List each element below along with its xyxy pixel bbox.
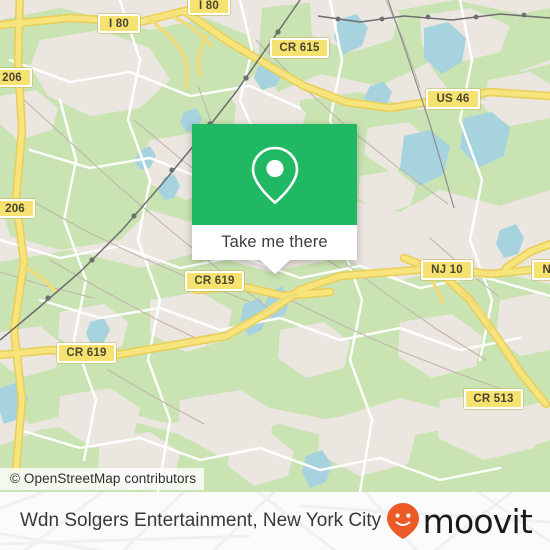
road-shield: NJ 10 <box>421 260 473 280</box>
road-shield-label: I 80 <box>109 17 129 30</box>
map-canvas[interactable]: I 80 I 80 206 206 CR 615 US 46 CR 619 CR 619 NJ … <box>0 0 550 492</box>
road-shield-label: NJ <box>542 264 550 276</box>
road-shield-label: I 80 <box>199 0 219 12</box>
road-shield-label: US 46 <box>436 93 470 105</box>
road-shield: NJ <box>532 260 550 280</box>
road-shield: 206 <box>0 199 35 218</box>
road-shield: 206 <box>0 68 32 87</box>
road-shield-label: NJ 10 <box>431 264 463 276</box>
callout-pointer-tail <box>259 260 290 274</box>
road-shield: CR 619 <box>57 343 116 363</box>
road-shield: I 80 <box>98 14 140 33</box>
road-shield-label: 206 <box>5 202 25 215</box>
moovit-pin-icon <box>386 503 419 539</box>
footer-bar: Wdn Solgers Entertainment, New York City… <box>0 492 550 550</box>
osm-attribution[interactable]: © OpenStreetMap contributors <box>0 468 205 490</box>
road-shield-label: CR 619 <box>194 275 235 287</box>
callout-action-label: Take me there <box>221 233 328 251</box>
take-me-there-callout[interactable]: Take me there <box>192 124 357 274</box>
road-shield: CR 619 <box>185 271 244 291</box>
map-pin-icon <box>251 146 298 204</box>
road-shield-label: CR 513 <box>473 393 514 405</box>
road-shield: CR 513 <box>464 389 523 409</box>
road-shield: CR 615 <box>270 38 329 58</box>
road-shield-label: CR 619 <box>66 347 107 359</box>
road-shield-label: 206 <box>2 71 22 84</box>
callout-icon-panel <box>192 124 357 225</box>
moovit-map-screenshot: I 80 I 80 206 206 CR 615 US 46 CR 619 CR 619 NJ … <box>0 0 550 550</box>
place-title: Wdn Solgers Entertainment, New York City <box>20 510 382 531</box>
road-shield-label: CR 615 <box>279 42 320 54</box>
road-shield: US 46 <box>426 89 480 109</box>
moovit-wordmark: moovit <box>422 501 533 541</box>
road-shield: I 80 <box>188 0 230 15</box>
moovit-logo[interactable]: moovit <box>386 492 533 550</box>
callout-action-bar[interactable]: Take me there <box>192 225 357 274</box>
